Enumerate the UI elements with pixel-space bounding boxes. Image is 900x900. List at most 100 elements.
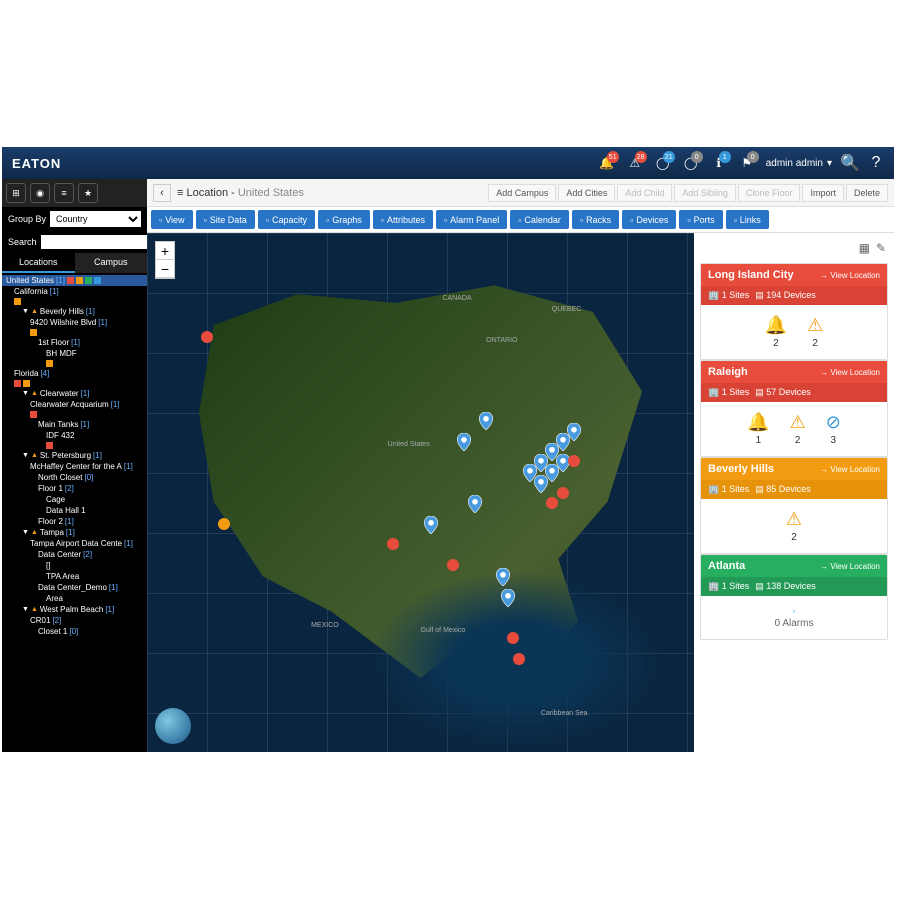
action-import[interactable]: Import: [802, 184, 844, 202]
tab-devices[interactable]: ▫Devices: [622, 210, 676, 229]
circle-notif-icon[interactable]: ◯0: [682, 154, 700, 172]
bell-notif-icon[interactable]: 🔔51: [598, 154, 616, 172]
view-location-link[interactable]: → View Location: [820, 368, 880, 377]
map-pin[interactable]: [501, 589, 515, 607]
tree-item[interactable]: Data Center[2]: [2, 549, 147, 560]
view-location-link[interactable]: → View Location: [820, 271, 880, 280]
tree-item[interactable]: 1st Floor[1]: [2, 337, 147, 348]
tree-item[interactable]: McHaffey Center for the A[1]: [2, 461, 147, 472]
circle-notif-icon[interactable]: ◯21: [654, 154, 672, 172]
tree-item[interactable]: ▼▲St. Petersburg[1]: [2, 450, 147, 461]
tree-item[interactable]: [2, 359, 147, 368]
action-add-sibling: Add Sibling: [674, 184, 736, 202]
map-marker-yellow[interactable]: [218, 518, 230, 530]
tree-item[interactable]: Closet 1[0]: [2, 626, 147, 637]
zoom-out-button[interactable]: −: [156, 260, 174, 278]
edit-icon[interactable]: ✎: [876, 241, 886, 255]
tree-item[interactable]: [2, 297, 147, 306]
tree-item[interactable]: 9420 Wilshire Blvd[1]: [2, 317, 147, 328]
tab-links[interactable]: ▫Links: [726, 210, 769, 229]
globe-icon[interactable]: [155, 708, 191, 744]
tree-item[interactable]: Area: [2, 593, 147, 604]
tree-item[interactable]: ▼▲West Palm Beach[1]: [2, 604, 147, 615]
map-marker-red[interactable]: [546, 497, 558, 509]
map-marker-red[interactable]: [447, 559, 459, 571]
tree-item[interactable]: California[1]: [2, 286, 147, 297]
tree-item[interactable]: North Closet[0]: [2, 472, 147, 483]
zoom-in-button[interactable]: +: [156, 242, 174, 260]
tree-item[interactable]: United States[1]: [2, 275, 147, 286]
tree-item[interactable]: [2, 441, 147, 450]
no-alarm: ◦0 Alarms: [775, 606, 814, 629]
map-marker-red[interactable]: [557, 487, 569, 499]
tree-item[interactable]: CR01[2]: [2, 615, 147, 626]
side-tab-locations[interactable]: Locations: [2, 253, 75, 273]
tab-site-data[interactable]: ▫Site Data: [196, 210, 255, 229]
tab-alarm-panel[interactable]: ▫Alarm Panel: [436, 210, 507, 229]
flag-notif-icon[interactable]: ⚑0: [738, 154, 756, 172]
tree-item[interactable]: IDF 432: [2, 430, 147, 441]
map-marker-red[interactable]: [513, 653, 525, 665]
tree-item[interactable]: Data Hall 1: [2, 505, 147, 516]
tab-view[interactable]: ▫View: [151, 210, 193, 229]
tree-item[interactable]: Tampa Airport Data Cente[1]: [2, 538, 147, 549]
search-input[interactable]: [41, 235, 147, 249]
side-tab-campus[interactable]: Campus: [75, 253, 148, 273]
info-notif-icon[interactable]: ℹ1: [710, 154, 728, 172]
tree-item[interactable]: Cage: [2, 494, 147, 505]
action-add-campus[interactable]: Add Campus: [488, 184, 556, 202]
tree-item[interactable]: TPA Area: [2, 571, 147, 582]
side-grid-icon[interactable]: ⊞: [6, 183, 26, 203]
tree-item[interactable]: []: [2, 560, 147, 571]
action-add-cities[interactable]: Add Cities: [558, 184, 615, 202]
tree-item[interactable]: Floor 2[1]: [2, 516, 147, 527]
groupby-select[interactable]: Country: [50, 211, 141, 227]
warn-notif-icon[interactable]: ⚠28: [626, 154, 644, 172]
side-star-icon[interactable]: ★: [78, 183, 98, 203]
tree-item[interactable]: Floor 1[2]: [2, 483, 147, 494]
tree-item[interactable]: ▼▲Beverly Hills[1]: [2, 306, 147, 317]
tree-item[interactable]: [2, 410, 147, 419]
map-view[interactable]: CANADAONTARIOQUEBECUnited StatesMEXICOGu…: [147, 233, 694, 752]
side-list-icon[interactable]: ≡: [54, 183, 74, 203]
side-globe-icon[interactable]: ◉: [30, 183, 50, 203]
map-marker-red[interactable]: [387, 538, 399, 550]
tree-item[interactable]: BH MDF: [2, 348, 147, 359]
tree-item[interactable]: Clearwater Acquarium[1]: [2, 399, 147, 410]
tab-graphs[interactable]: ▫Graphs: [318, 210, 370, 229]
map-marker-red[interactable]: [568, 455, 580, 467]
location-tree[interactable]: United States[1]California[1] ▼▲Beverly H…: [2, 273, 147, 752]
tree-item[interactable]: ▼▲Tampa[1]: [2, 527, 147, 538]
help-icon[interactable]: ?: [868, 155, 884, 171]
view-location-link[interactable]: → View Location: [820, 562, 880, 571]
map-marker-red[interactable]: [507, 632, 519, 644]
map-pin[interactable]: [468, 495, 482, 513]
breadcrumb-title: Location: [186, 187, 228, 199]
tree-item[interactable]: [2, 328, 147, 337]
map-marker-red[interactable]: [201, 331, 213, 343]
view-location-link[interactable]: → View Location: [820, 465, 880, 474]
map-pin[interactable]: [457, 433, 471, 451]
tree-item[interactable]: Data Center_Demo[1]: [2, 582, 147, 593]
tab-ports[interactable]: ▫Ports: [679, 210, 722, 229]
location-card: Atlanta→ View Location🏢 1 Sites▤ 138 Dev…: [700, 554, 888, 640]
tab-calendar[interactable]: ▫Calendar: [510, 210, 569, 229]
tab-attributes[interactable]: ▫Attributes: [373, 210, 433, 229]
back-button[interactable]: ‹: [153, 184, 171, 202]
card-title: Beverly Hills: [708, 463, 774, 475]
tree-item[interactable]: Florida[4]: [2, 368, 147, 379]
tab-racks[interactable]: ▫Racks: [572, 210, 619, 229]
tree-item[interactable]: [2, 379, 147, 388]
user-menu[interactable]: admin admin ▾: [766, 158, 832, 169]
action-delete[interactable]: Delete: [846, 184, 888, 202]
card-sites: 🏢 1 Sites: [708, 387, 749, 398]
map-pin[interactable]: [479, 412, 493, 430]
tree-item[interactable]: Main Tanks[1]: [2, 419, 147, 430]
tab-capacity[interactable]: ▫Capacity: [258, 210, 315, 229]
card-title: Raleigh: [708, 366, 748, 378]
map-pin[interactable]: [424, 516, 438, 534]
grid-view-icon[interactable]: ▦: [859, 241, 870, 255]
search-icon[interactable]: 🔍: [842, 155, 858, 171]
tree-item[interactable]: ▼▲Clearwater[1]: [2, 388, 147, 399]
map-pin[interactable]: [496, 568, 510, 586]
